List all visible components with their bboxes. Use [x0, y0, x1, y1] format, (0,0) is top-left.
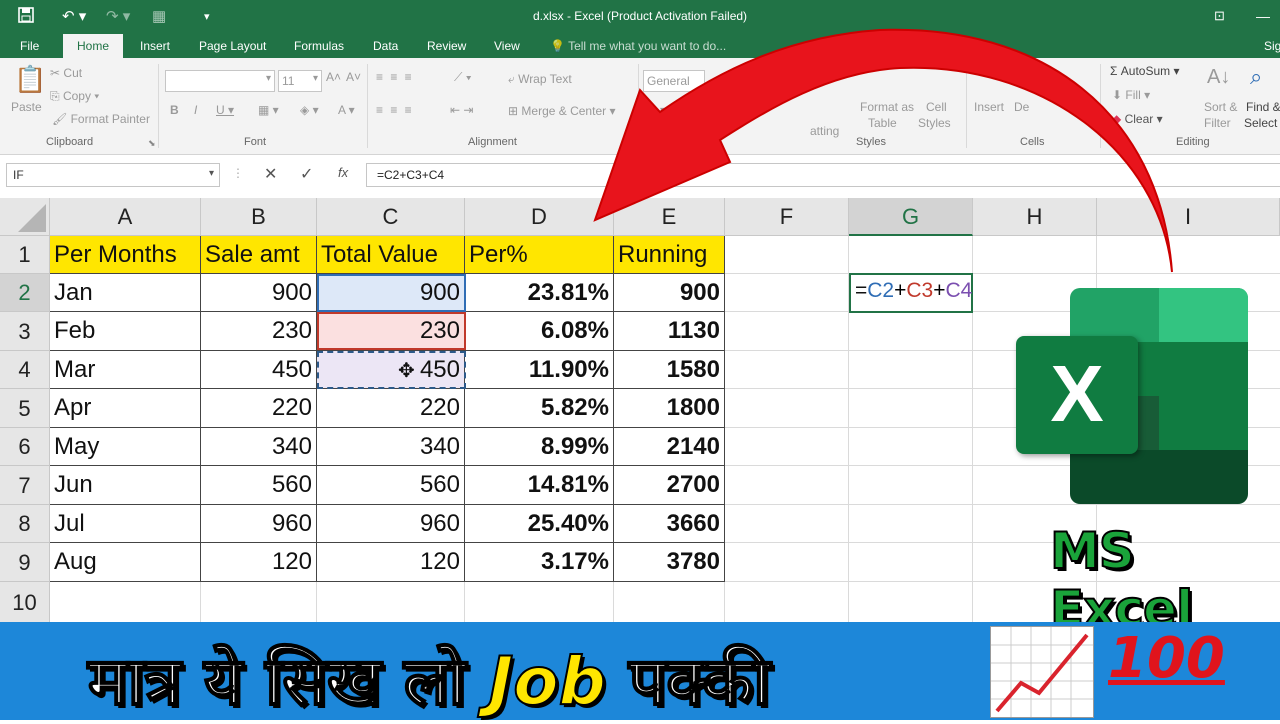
excel-logo: X — [1016, 288, 1248, 504]
banner-hindi-2: पक्की — [628, 642, 771, 721]
excel-x-letter: X — [1050, 349, 1104, 438]
bottom-banner: मात्र ये सिख लो Job पक्की 100 — [0, 622, 1280, 721]
banner-hindi-1: मात्र ये सिख लो — [87, 642, 467, 721]
red-arrow-icon — [593, 28, 1173, 273]
ms-excel-caption: MS Excel — [1049, 521, 1194, 639]
chart-increasing-icon — [990, 626, 1094, 718]
banner-job: Job — [488, 642, 607, 721]
hundred-points-icon: 100 — [1108, 626, 1225, 691]
banner-text: मात्र ये सिख लो Job पक्की — [87, 634, 771, 724]
